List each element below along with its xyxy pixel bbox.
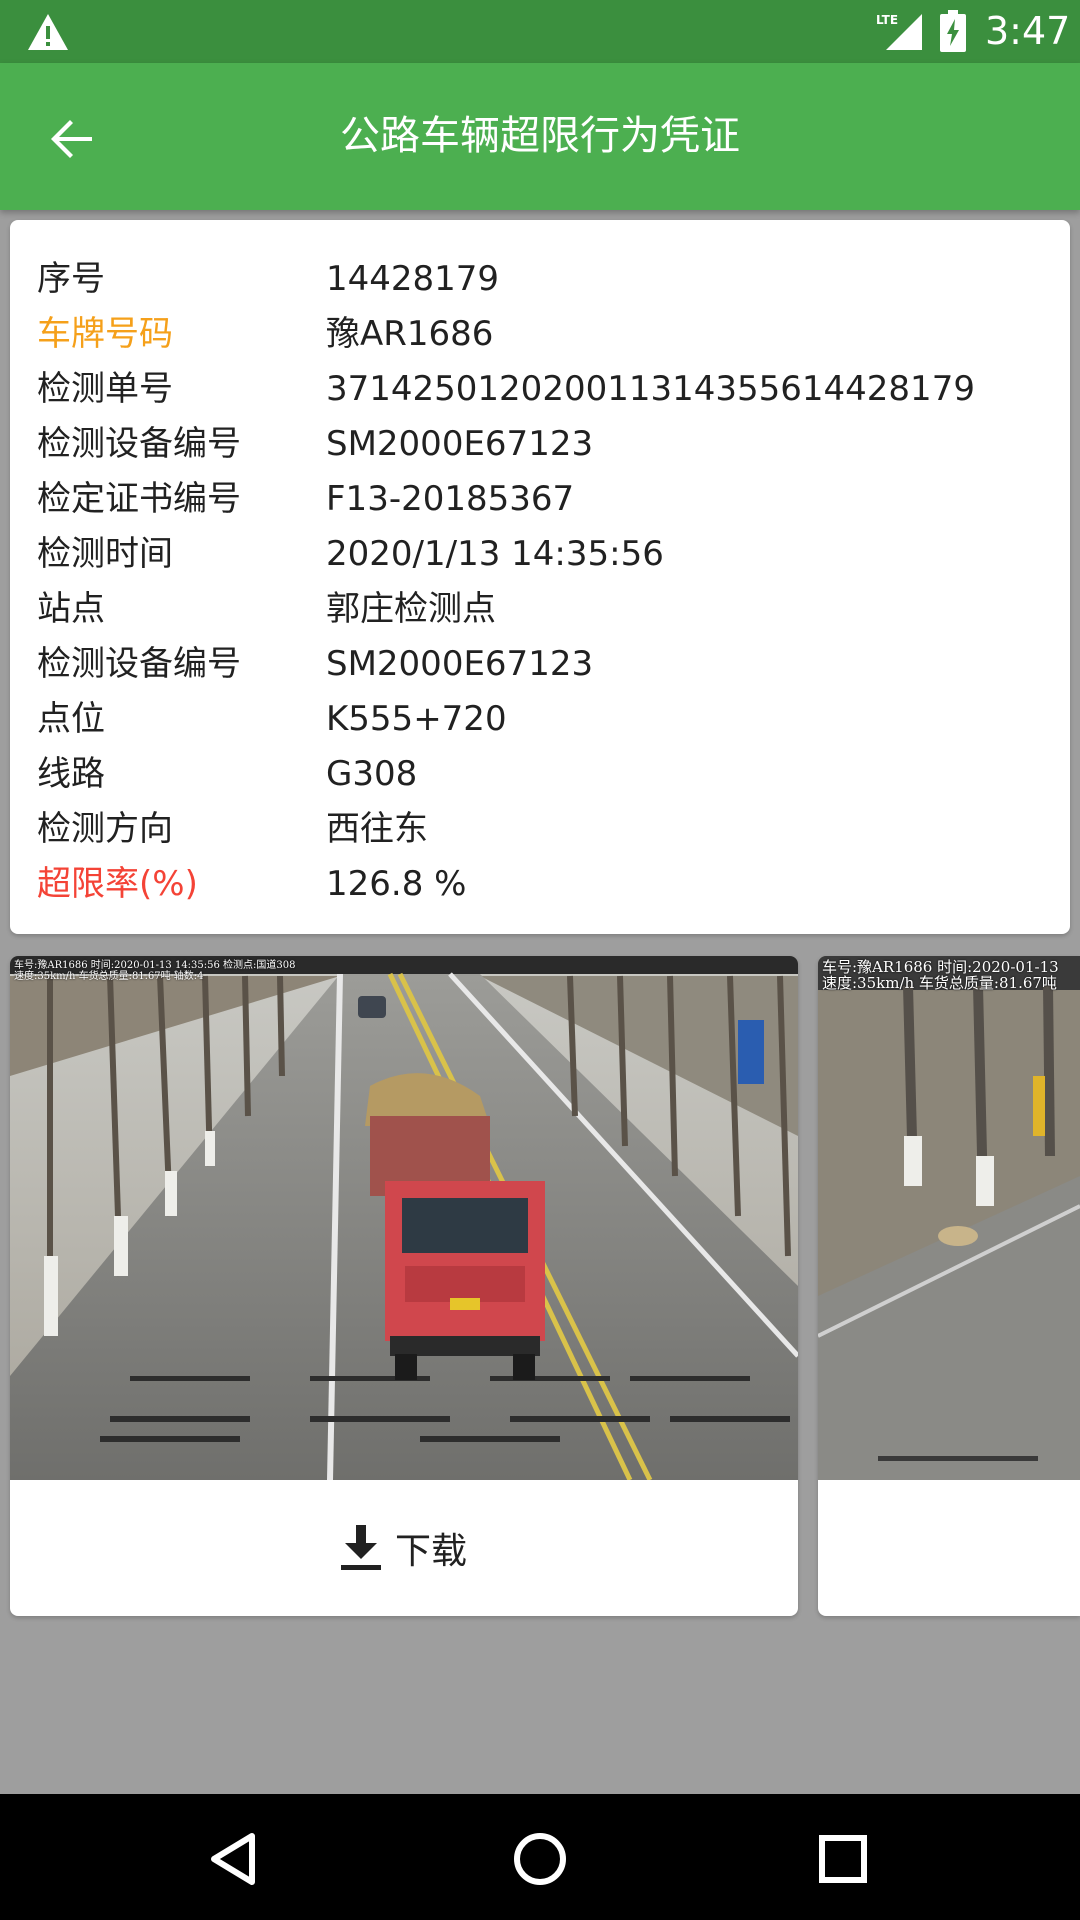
download-label: 下载 bbox=[394, 1531, 467, 1572]
battery-charging-icon bbox=[940, 10, 966, 52]
vehicle-photo[interactable]: 车号:豫AR1686 时间:2020-01-13 14:35:56 检测点:国道… bbox=[10, 956, 798, 1480]
info-value: G308 bbox=[326, 754, 418, 794]
info-label: 检测时间 bbox=[37, 534, 173, 574]
home-circle-icon[interactable] bbox=[505, 1824, 575, 1894]
info-label: 检测设备编号 bbox=[37, 424, 241, 464]
info-label: 站点 bbox=[37, 589, 105, 629]
photo-overlay-line2: 速度:35km/h 车货总质量:81.67吨 bbox=[822, 974, 1057, 992]
info-row: 检测方向 西往东 bbox=[10, 802, 1070, 857]
info-label: 检定证书编号 bbox=[37, 479, 241, 519]
download-button[interactable]: 下载 bbox=[10, 1480, 798, 1616]
vehicle-photo[interactable]: 车号:豫AR1686 时间:2020-01-13 速度:35km/h 车货总质量… bbox=[818, 956, 1080, 1480]
info-row: 检测设备编号 SM2000E67123 bbox=[10, 637, 1070, 692]
info-row: 站点 郭庄检测点 bbox=[10, 582, 1070, 637]
back-button[interactable] bbox=[40, 107, 104, 171]
warning-icon bbox=[28, 14, 68, 50]
info-value: 西往东 bbox=[326, 809, 428, 849]
back-triangle-icon[interactable] bbox=[200, 1824, 270, 1894]
status-clock: 3:47 bbox=[985, 9, 1071, 53]
info-label: 车牌号码 bbox=[37, 314, 173, 354]
info-label: 检测单号 bbox=[37, 369, 173, 409]
info-row: 检定证书编号 F13-20185367 bbox=[10, 472, 1070, 527]
info-value: SM2000E67123 bbox=[326, 644, 594, 684]
info-row: 车牌号码 豫AR1686 bbox=[10, 307, 1070, 362]
info-row: 检测时间 2020/1/13 14:35:56 bbox=[10, 527, 1070, 582]
signal-icon: LTE bbox=[876, 13, 922, 50]
info-label: 检测方向 bbox=[37, 809, 173, 849]
status-bar: LTE 3:47 bbox=[0, 0, 1080, 63]
info-label: 超限率(%) bbox=[37, 864, 198, 904]
info-row: 序号 14428179 bbox=[10, 252, 1070, 307]
info-value: SM2000E67123 bbox=[326, 424, 594, 464]
info-value: K555+720 bbox=[326, 699, 507, 739]
info-label: 序号 bbox=[37, 259, 105, 299]
info-value: 14428179 bbox=[326, 259, 500, 299]
info-card: 序号 14428179 车牌号码 豫AR1686 检测单号 371425012020011… bbox=[10, 220, 1070, 934]
photo-card: 车号:豫AR1686 时间:2020-01-13 速度:35km/h 车货总质量… bbox=[818, 956, 1080, 1616]
download-icon bbox=[340, 1525, 381, 1570]
info-row: 检测单号 371425012020011314355614428179 bbox=[10, 362, 1070, 417]
info-row: 点位 K555+720 bbox=[10, 692, 1070, 747]
info-label: 检测设备编号 bbox=[37, 644, 241, 684]
info-value: 126.8 % bbox=[326, 864, 467, 904]
page-title: 公路车辆超限行为凭证 bbox=[340, 113, 740, 159]
info-value: 郭庄检测点 bbox=[326, 589, 496, 629]
app-bar: 公路车辆超限行为凭证 bbox=[0, 63, 1080, 210]
roadside-scene-image bbox=[818, 956, 1080, 1480]
info-row: 检测设备编号 SM2000E67123 bbox=[10, 417, 1070, 472]
info-value: 豫AR1686 bbox=[326, 314, 494, 354]
info-row: 超限率(%) 126.8 % bbox=[10, 857, 1070, 912]
navigation-bar bbox=[0, 1794, 1080, 1920]
arrow-back-icon bbox=[51, 120, 92, 158]
photo-overlay-line2: 速度:35km/h 车货总质量:81.67吨 轴数:4 bbox=[14, 971, 204, 982]
info-row: 线路 G308 bbox=[10, 747, 1070, 802]
info-value: 371425012020011314355614428179 bbox=[326, 369, 975, 409]
info-value: F13-20185367 bbox=[326, 479, 575, 519]
road-scene-image bbox=[10, 956, 798, 1480]
info-value: 2020/1/13 14:35:56 bbox=[326, 534, 664, 574]
recents-square-icon[interactable] bbox=[808, 1824, 878, 1894]
info-label: 点位 bbox=[37, 699, 105, 739]
photo-card: 车号:豫AR1686 时间:2020-01-13 14:35:56 检测点:国道… bbox=[10, 956, 798, 1616]
network-label: LTE bbox=[876, 13, 898, 27]
info-label: 线路 bbox=[37, 754, 105, 794]
